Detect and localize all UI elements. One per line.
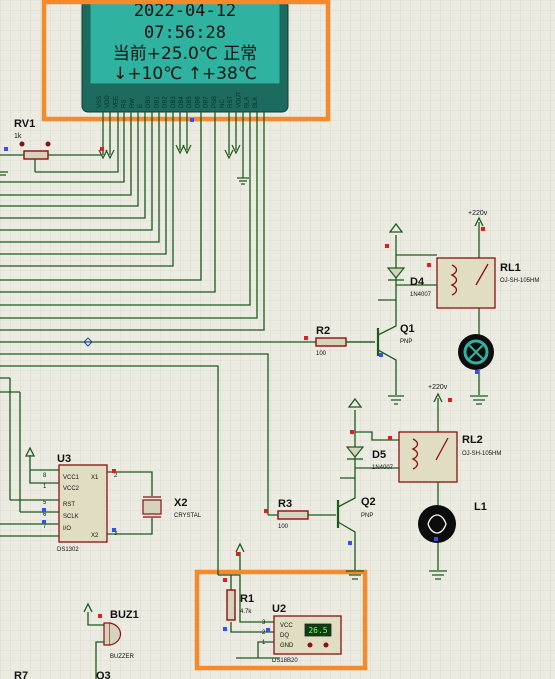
lcd-line-4: ↓+10℃ ↑+38℃ — [113, 64, 257, 84]
d4-part: 1N4007 — [410, 292, 432, 298]
d4-name: D4 — [410, 276, 425, 288]
u3-name: U3 — [57, 453, 71, 465]
lcd-pin-label: VSS — [97, 96, 103, 108]
lcd-pin-label: NC — [220, 99, 226, 108]
d5-name: D5 — [372, 449, 386, 461]
lcd-pin-label: DB0 — [146, 96, 152, 108]
relay2-supply: +220v — [428, 384, 448, 391]
sensor-reading: 26.5 — [308, 626, 327, 635]
u3-pin-label: X1 — [91, 475, 99, 481]
relay2-part: OJ-SH-105HM — [462, 451, 501, 457]
u2-part: DS18B20 — [272, 658, 298, 664]
r7-name: R7 — [14, 670, 28, 679]
x2-part: CRYSTAL — [174, 513, 202, 519]
lcd-pin-label: VDD — [105, 95, 111, 108]
lcd-line-2: 07:56:28 — [144, 23, 226, 43]
lcd-pin-label: DB5 — [187, 96, 193, 108]
r1-name: R1 — [240, 593, 254, 605]
u2-pin-dq: DQ — [280, 633, 289, 639]
lcd-pin-label: DB2 — [163, 96, 169, 108]
lcd-line-3: 当前+25.0℃ 正常 — [113, 44, 258, 64]
u3-pin-label: VCC2 — [63, 486, 80, 492]
q1-name: Q1 — [400, 323, 415, 335]
r3-name: R3 — [278, 498, 292, 510]
relay1-part: OJ-SH-105HM — [500, 278, 539, 284]
lcd-pin-label: DB1 — [154, 96, 160, 108]
q1-type: PNP — [400, 339, 412, 345]
lcd-pin-label: DB4 — [179, 96, 185, 108]
u3-pin-label: VCC1 — [63, 475, 80, 481]
lcd-pin-label: BLA — [245, 97, 251, 108]
r1-value: 4.7k — [240, 609, 252, 615]
u3-pin-label: SCLK — [63, 514, 79, 520]
l1-name: L1 — [474, 501, 487, 513]
q2-name: Q2 — [361, 496, 376, 508]
relay2-name: RL2 — [462, 434, 483, 446]
lcd-pin-label: RST — [228, 96, 234, 108]
x2-name: X2 — [174, 497, 187, 509]
rv1-name: RV1 — [14, 118, 35, 130]
lcd-pin-label: DB6 — [195, 96, 201, 108]
r3-value: 100 — [278, 524, 289, 530]
lcd-pin-label: RS — [122, 100, 128, 108]
circuit-schematic[interactable]: 2022-04-12 07:56:28 当前+25.0℃ 正常 ↓+10℃ ↑+… — [0, 0, 555, 679]
u2-pin-gnd: GND — [280, 643, 294, 649]
lcd-pin-label: VEE — [113, 96, 119, 108]
lcd-module[interactable]: 2022-04-12 07:56:28 当前+25.0℃ 正常 ↓+10℃ ↑+… — [81, 0, 289, 113]
lcd-pin-label: DB3 — [171, 96, 177, 108]
lcd-pin-label: DB7 — [204, 96, 210, 108]
lcd-pin-label: E — [138, 104, 144, 108]
relay1-supply: +220v — [468, 210, 488, 217]
rv1-value: 1k — [14, 133, 22, 140]
u2-name: U2 — [272, 603, 286, 615]
lcd-pin-label: BLK — [253, 97, 259, 108]
u3-part: DS1302 — [57, 547, 79, 553]
lcd-pin-label: RW — [130, 98, 136, 108]
schematic-canvas[interactable]: 2022-04-12 07:56:28 当前+25.0℃ 正常 ↓+10℃ ↑+… — [0, 0, 555, 679]
d5-part: 1N4007 — [372, 465, 394, 471]
u3-pin-label: RST — [63, 502, 75, 508]
lcd-pin-label: VOUT — [236, 91, 242, 108]
buz1-part: BUZZER — [110, 654, 135, 660]
buz1-name: BUZ1 — [110, 609, 139, 621]
lcd-pin-label: PSB — [212, 96, 218, 108]
relay1-name: RL1 — [500, 262, 521, 274]
u3-pin-label: X2 — [91, 533, 99, 539]
r2-name: R2 — [316, 325, 330, 337]
u3-pin-label: I/O — [63, 526, 71, 532]
q3-name: Q3 — [96, 670, 111, 679]
r2-value: 100 — [316, 351, 327, 357]
q2-type: PNP — [361, 513, 373, 519]
u2-pin-vcc: VCC — [280, 623, 293, 629]
